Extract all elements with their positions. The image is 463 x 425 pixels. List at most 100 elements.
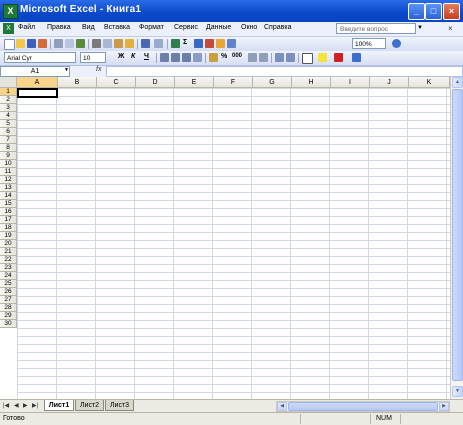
row-header[interactable]: 6 [0,128,17,136]
row-header[interactable]: 24 [0,272,17,280]
font-name-select[interactable]: Arial Cyr [4,52,76,63]
row-header[interactable]: 22 [0,256,17,264]
row-header[interactable]: 23 [0,264,17,272]
underline-button[interactable]: Ч [144,53,149,60]
align-center-icon[interactable] [171,53,180,62]
fx-icon[interactable]: fx [96,66,101,73]
column-header[interactable]: J [370,77,409,88]
row-header[interactable]: 5 [0,120,17,128]
excel-icon[interactable]: X [3,4,18,19]
column-header[interactable]: F [214,77,253,88]
row-header[interactable]: 28 [0,304,17,312]
align-right-icon[interactable] [182,53,191,62]
horizontal-scroll-thumb[interactable] [288,402,438,411]
doc-close-button[interactable]: × [448,24,453,33]
increase-indent-icon[interactable] [286,53,295,62]
open-icon[interactable] [16,39,25,48]
menu-window[interactable]: Окно [241,24,257,31]
drawing-icon[interactable] [227,39,236,48]
borders-icon[interactable] [302,53,313,64]
row-header[interactable]: 7 [0,136,17,144]
chevron-down-icon[interactable]: ▼ [64,67,69,73]
print-preview-icon[interactable] [65,39,74,48]
menu-format[interactable]: Формат [139,24,164,31]
menu-insert[interactable]: Вставка [104,24,130,31]
vertical-scroll-thumb[interactable] [452,89,463,381]
column-header[interactable]: A [17,77,58,88]
hyperlink-icon[interactable] [171,39,180,48]
row-header[interactable]: 3 [0,104,17,112]
row-header[interactable]: 17 [0,216,17,224]
print-icon[interactable] [54,39,63,48]
italic-button[interactable]: К [131,53,135,60]
last-sheet-icon[interactable]: ▶| [32,402,38,409]
worksheet-grid[interactable]: A B C D E F G H I J K 1 2 3 4 5 6 7 8 9 … [0,77,450,399]
row-header[interactable]: 18 [0,224,17,232]
zoom-select[interactable]: 100% [352,38,386,49]
chart-wizard-icon[interactable] [216,39,225,48]
prev-sheet-icon[interactable]: ◀ [14,402,19,409]
toolbar-options-icon[interactable] [352,53,361,62]
vertical-scrollbar[interactable]: ▲ ▼ [450,77,463,399]
row-header[interactable]: 2 [0,96,17,104]
column-header[interactable]: G [253,77,292,88]
spelling-icon[interactable] [76,39,85,48]
row-header[interactable]: 21 [0,248,17,256]
horizontal-scrollbar[interactable]: ◀ ▶ [276,401,450,412]
row-header[interactable]: 19 [0,232,17,240]
row-header[interactable]: 25 [0,280,17,288]
row-header[interactable]: 4 [0,112,17,120]
merge-center-icon[interactable] [193,53,202,62]
cut-icon[interactable] [92,39,101,48]
sheet-tab[interactable]: Лист2 [75,400,104,411]
row-header[interactable]: 1 [0,88,17,96]
column-header[interactable]: B [58,77,97,88]
row-header[interactable]: 20 [0,240,17,248]
scroll-left-icon[interactable]: ◀ [277,402,287,411]
row-header[interactable]: 12 [0,176,17,184]
fill-color-icon[interactable] [318,53,327,62]
formula-input[interactable] [106,66,463,77]
workbook-icon[interactable]: X [3,23,14,34]
row-header[interactable]: 16 [0,208,17,216]
permission-icon[interactable] [38,39,47,48]
select-all-corner[interactable] [0,77,17,88]
active-cell-a1[interactable] [17,88,58,98]
decrease-indent-icon[interactable] [275,53,284,62]
close-button[interactable]: × [443,3,460,20]
new-icon[interactable] [4,39,15,50]
align-left-icon[interactable] [160,53,169,62]
autosum-icon[interactable]: Σ [183,39,187,46]
row-header[interactable]: 27 [0,296,17,304]
row-header[interactable]: 10 [0,160,17,168]
column-header[interactable]: E [175,77,214,88]
row-header[interactable]: 15 [0,200,17,208]
menu-edit[interactable]: Правка [47,24,71,31]
sort-descending-icon[interactable] [205,39,214,48]
thousands-button[interactable]: 000 [232,53,242,59]
row-header[interactable]: 11 [0,168,17,176]
save-icon[interactable] [27,39,36,48]
scroll-down-icon[interactable]: ▼ [452,386,463,397]
column-header[interactable]: K [409,77,450,88]
row-header[interactable]: 14 [0,192,17,200]
copy-icon[interactable] [103,39,112,48]
menu-file[interactable]: Файл [18,24,35,31]
next-sheet-icon[interactable]: ▶ [23,402,28,409]
minimize-button[interactable]: _ [408,3,425,20]
cell-grid[interactable] [17,88,450,399]
row-header[interactable]: 13 [0,184,17,192]
row-header[interactable]: 9 [0,152,17,160]
help-question-input[interactable]: Введите вопрос [336,23,416,34]
scroll-right-icon[interactable]: ▶ [439,402,449,411]
row-header[interactable]: 26 [0,288,17,296]
menu-view[interactable]: Вид [82,24,95,31]
chevron-down-icon[interactable]: ▼ [417,25,423,31]
redo-icon[interactable] [154,39,163,48]
decrease-decimal-icon[interactable] [259,53,268,62]
sort-ascending-icon[interactable] [194,39,203,48]
column-header[interactable]: H [292,77,331,88]
undo-icon[interactable] [141,39,150,48]
percent-button[interactable]: % [221,53,227,60]
name-box[interactable]: A1 [0,66,70,77]
